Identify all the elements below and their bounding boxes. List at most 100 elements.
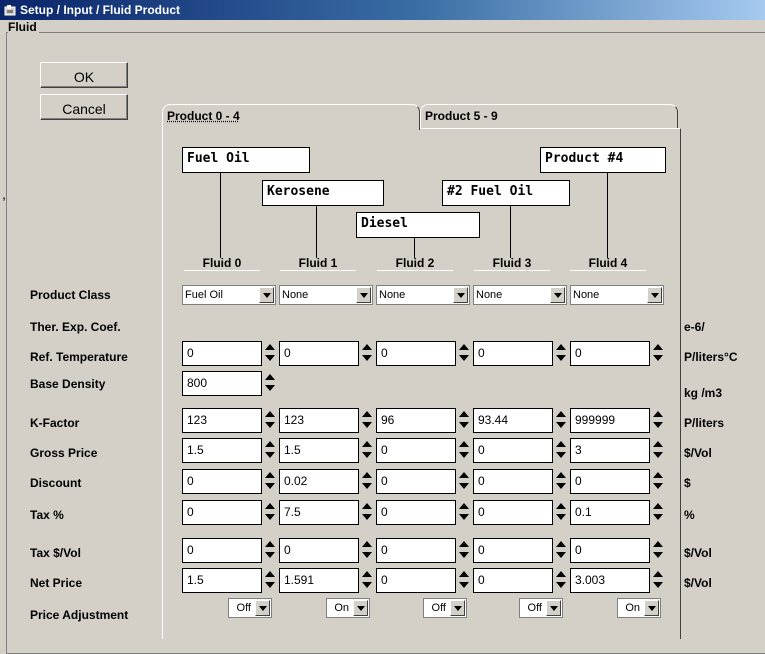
- spin-up-arrow-icon[interactable]: [456, 438, 472, 450]
- spin-up-arrow-icon[interactable]: [553, 408, 569, 420]
- cancel-button[interactable]: Cancel: [40, 94, 128, 120]
- spin-down-arrow-icon[interactable]: [650, 420, 666, 432]
- chevron-down-icon[interactable]: [450, 600, 465, 616]
- k-factor-input-4[interactable]: 999999: [570, 408, 650, 433]
- tax-pct-input-0[interactable]: 0: [182, 500, 262, 525]
- spin-updown-icon[interactable]: [650, 469, 666, 494]
- spin-down-arrow-icon[interactable]: [262, 383, 278, 395]
- spin-updown-icon[interactable]: [456, 538, 472, 563]
- base-density-input-0[interactable]: 800: [182, 371, 262, 396]
- ref-temperature-input-1[interactable]: 0: [279, 341, 359, 366]
- spin-up-arrow-icon[interactable]: [359, 408, 375, 420]
- spin-updown-icon[interactable]: [359, 341, 375, 366]
- spin-up-arrow-icon[interactable]: [650, 500, 666, 512]
- spin-updown-icon[interactable]: [262, 438, 278, 463]
- tax-vol-input-1[interactable]: 0: [279, 538, 359, 563]
- tab-product-5-9[interactable]: Product 5 - 9: [420, 104, 678, 128]
- spin-up-arrow-icon[interactable]: [262, 568, 278, 580]
- spin-up-arrow-icon[interactable]: [456, 469, 472, 481]
- spin-down-arrow-icon[interactable]: [262, 580, 278, 592]
- spin-updown-icon[interactable]: [262, 341, 278, 366]
- tax-pct-input-3[interactable]: 0: [473, 500, 553, 525]
- net-price-input-4[interactable]: 3.003: [570, 568, 650, 593]
- ref-temperature-input-2[interactable]: 0: [376, 341, 456, 366]
- spin-updown-icon[interactable]: [359, 438, 375, 463]
- spin-up-arrow-icon[interactable]: [553, 568, 569, 580]
- spin-up-arrow-icon[interactable]: [553, 538, 569, 550]
- spin-up-arrow-icon[interactable]: [650, 408, 666, 420]
- spin-updown-icon[interactable]: [262, 538, 278, 563]
- spin-down-arrow-icon[interactable]: [359, 481, 375, 493]
- chevron-down-icon[interactable]: [259, 287, 274, 303]
- spin-up-arrow-icon[interactable]: [359, 538, 375, 550]
- spin-up-arrow-icon[interactable]: [456, 538, 472, 550]
- spin-up-arrow-icon[interactable]: [262, 408, 278, 420]
- spin-down-arrow-icon[interactable]: [650, 512, 666, 524]
- spin-updown-icon[interactable]: [359, 469, 375, 494]
- spin-up-arrow-icon[interactable]: [553, 469, 569, 481]
- product-class-select-0[interactable]: Fuel Oil: [182, 285, 276, 305]
- spin-updown-icon[interactable]: [456, 408, 472, 433]
- spin-down-arrow-icon[interactable]: [262, 420, 278, 432]
- spin-updown-icon[interactable]: [650, 538, 666, 563]
- spin-up-arrow-icon[interactable]: [650, 341, 666, 353]
- tax-pct-input-1[interactable]: 7.5: [279, 500, 359, 525]
- spin-down-arrow-icon[interactable]: [456, 580, 472, 592]
- spin-updown-icon[interactable]: [262, 469, 278, 494]
- spin-down-arrow-icon[interactable]: [650, 450, 666, 462]
- spin-down-arrow-icon[interactable]: [262, 550, 278, 562]
- spin-down-arrow-icon[interactable]: [553, 512, 569, 524]
- tax-pct-input-2[interactable]: 0: [376, 500, 456, 525]
- price-adjustment-select-3[interactable]: Off: [519, 598, 563, 618]
- spin-up-arrow-icon[interactable]: [456, 408, 472, 420]
- net-price-input-2[interactable]: 0: [376, 568, 456, 593]
- ref-temperature-input-0[interactable]: 0: [182, 341, 262, 366]
- chevron-down-icon[interactable]: [644, 600, 659, 616]
- spin-updown-icon[interactable]: [553, 500, 569, 525]
- spin-down-arrow-icon[interactable]: [359, 580, 375, 592]
- spin-updown-icon[interactable]: [456, 568, 472, 593]
- discount-input-0[interactable]: 0: [182, 469, 262, 494]
- spin-updown-icon[interactable]: [359, 568, 375, 593]
- spin-up-arrow-icon[interactable]: [359, 469, 375, 481]
- discount-input-2[interactable]: 0: [376, 469, 456, 494]
- chevron-down-icon[interactable]: [453, 287, 468, 303]
- spin-down-arrow-icon[interactable]: [650, 353, 666, 365]
- k-factor-input-1[interactable]: 123: [279, 408, 359, 433]
- spin-up-arrow-icon[interactable]: [650, 438, 666, 450]
- product-class-select-4[interactable]: None: [570, 285, 664, 305]
- discount-input-3[interactable]: 0: [473, 469, 553, 494]
- spin-up-arrow-icon[interactable]: [456, 341, 472, 353]
- spin-down-arrow-icon[interactable]: [359, 550, 375, 562]
- spin-up-arrow-icon[interactable]: [456, 568, 472, 580]
- spin-up-arrow-icon[interactable]: [262, 500, 278, 512]
- spin-updown-icon[interactable]: [553, 438, 569, 463]
- tax-vol-input-2[interactable]: 0: [376, 538, 456, 563]
- spin-up-arrow-icon[interactable]: [456, 500, 472, 512]
- spin-down-arrow-icon[interactable]: [262, 512, 278, 524]
- chevron-down-icon[interactable]: [356, 287, 371, 303]
- spin-updown-icon[interactable]: [553, 408, 569, 433]
- spin-updown-icon[interactable]: [262, 568, 278, 593]
- spin-up-arrow-icon[interactable]: [262, 438, 278, 450]
- ref-temperature-input-4[interactable]: 0: [570, 341, 650, 366]
- chevron-down-icon[interactable]: [647, 287, 662, 303]
- k-factor-input-2[interactable]: 96: [376, 408, 456, 433]
- spin-updown-icon[interactable]: [456, 500, 472, 525]
- tax-vol-input-3[interactable]: 0: [473, 538, 553, 563]
- spin-down-arrow-icon[interactable]: [456, 550, 472, 562]
- spin-up-arrow-icon[interactable]: [553, 500, 569, 512]
- tax-vol-input-4[interactable]: 0: [570, 538, 650, 563]
- gross-price-input-2[interactable]: 0: [376, 438, 456, 463]
- gross-price-input-3[interactable]: 0: [473, 438, 553, 463]
- gross-price-input-1[interactable]: 1.5: [279, 438, 359, 463]
- spin-updown-icon[interactable]: [456, 469, 472, 494]
- price-adjustment-select-1[interactable]: On: [326, 598, 370, 618]
- tab-product-0-4[interactable]: Product 0 - 4: [162, 104, 420, 130]
- spin-down-arrow-icon[interactable]: [262, 481, 278, 493]
- spin-updown-icon[interactable]: [262, 408, 278, 433]
- ref-temperature-input-3[interactable]: 0: [473, 341, 553, 366]
- spin-updown-icon[interactable]: [553, 538, 569, 563]
- spin-up-arrow-icon[interactable]: [262, 371, 278, 383]
- net-price-input-1[interactable]: 1.591: [279, 568, 359, 593]
